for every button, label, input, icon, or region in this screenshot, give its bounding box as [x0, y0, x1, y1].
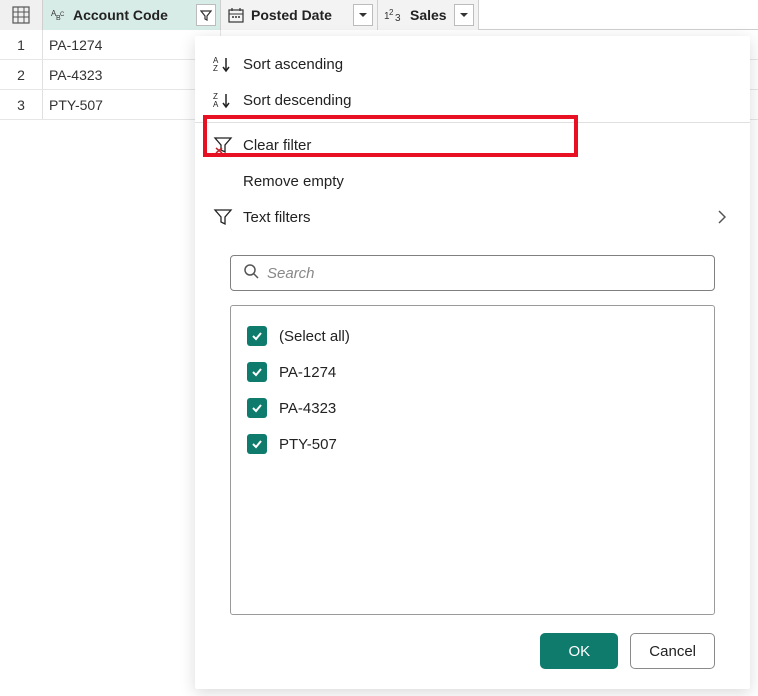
row-number: 3	[0, 90, 43, 119]
filter-item[interactable]: PA-4323	[241, 390, 704, 426]
chevron-right-icon	[712, 210, 732, 224]
filter-icon	[213, 208, 243, 226]
filter-item-label: PTY-507	[279, 436, 337, 453]
text-type-icon: A B C	[49, 6, 67, 24]
search-input[interactable]	[267, 265, 702, 282]
menu-divider	[195, 122, 750, 123]
filter-item-select-all[interactable]: (Select all)	[241, 318, 704, 354]
filter-item[interactable]: PA-1274	[241, 354, 704, 390]
search-icon	[243, 263, 259, 284]
filter-item[interactable]: PTY-507	[241, 426, 704, 462]
column-label: Posted Date	[251, 7, 350, 23]
check-icon	[251, 366, 263, 378]
svg-text:C: C	[60, 12, 65, 18]
checkbox-checked[interactable]	[247, 362, 267, 382]
checkbox-checked[interactable]	[247, 434, 267, 454]
sort-descending-item[interactable]: Z A Sort descending	[195, 82, 750, 118]
filter-values-list: (Select all) PA-1274 PA-4323	[230, 305, 715, 615]
filter-dropdown-panel: A Z Sort ascending Z A Sort descending	[195, 36, 750, 689]
text-filters-item[interactable]: Text filters	[195, 199, 750, 235]
check-icon	[251, 438, 263, 450]
checkbox-checked[interactable]	[247, 326, 267, 346]
cancel-button[interactable]: Cancel	[630, 633, 715, 669]
sort-ascending-item[interactable]: A Z Sort ascending	[195, 46, 750, 82]
caret-down-icon	[358, 12, 368, 18]
column-dropdown-button[interactable]	[353, 4, 373, 26]
svg-text:2: 2	[389, 8, 394, 17]
date-type-icon	[227, 6, 245, 24]
menu-label: Sort descending	[243, 92, 732, 109]
filter-item-label: PA-1274	[279, 364, 336, 381]
header-row: A B C Account Code	[0, 0, 758, 30]
column-filter-button[interactable]	[196, 4, 216, 26]
svg-text:3: 3	[395, 13, 401, 23]
row-number: 2	[0, 60, 43, 89]
sort-descending-icon: Z A	[213, 91, 243, 109]
menu-label: Remove empty	[243, 173, 732, 190]
column-header-posted-date[interactable]: Posted Date	[221, 0, 378, 30]
svg-text:Z: Z	[213, 64, 218, 73]
remove-empty-item[interactable]: Remove empty	[195, 163, 750, 199]
menu-label: Sort ascending	[243, 56, 732, 73]
ok-button[interactable]: OK	[540, 633, 618, 669]
number-type-icon: 1 2 3	[384, 7, 404, 23]
caret-down-icon	[459, 12, 469, 18]
clear-filter-item[interactable]: Clear filter	[195, 127, 750, 163]
column-label: Sales	[410, 7, 451, 23]
svg-text:A: A	[213, 100, 219, 109]
select-all-cell[interactable]	[0, 0, 43, 30]
column-label: Account Code	[73, 7, 193, 23]
clear-filter-icon	[213, 136, 243, 154]
dialog-buttons: OK Cancel	[195, 615, 750, 689]
table-icon	[12, 6, 30, 24]
sort-ascending-icon: A Z	[213, 55, 243, 73]
checkbox-checked[interactable]	[247, 398, 267, 418]
filter-icon	[200, 9, 212, 21]
column-header-sales[interactable]: 1 2 3 Sales	[378, 0, 479, 30]
search-box[interactable]	[230, 255, 715, 291]
filter-item-label: (Select all)	[279, 328, 350, 345]
menu-label: Clear filter	[243, 137, 732, 154]
filter-item-label: PA-4323	[279, 400, 336, 417]
menu-label: Text filters	[243, 209, 712, 226]
column-header-account-code[interactable]: A B C Account Code	[43, 0, 221, 30]
check-icon	[251, 402, 263, 414]
column-dropdown-button[interactable]	[454, 4, 474, 26]
check-icon	[251, 330, 263, 342]
row-number: 1	[0, 30, 43, 59]
